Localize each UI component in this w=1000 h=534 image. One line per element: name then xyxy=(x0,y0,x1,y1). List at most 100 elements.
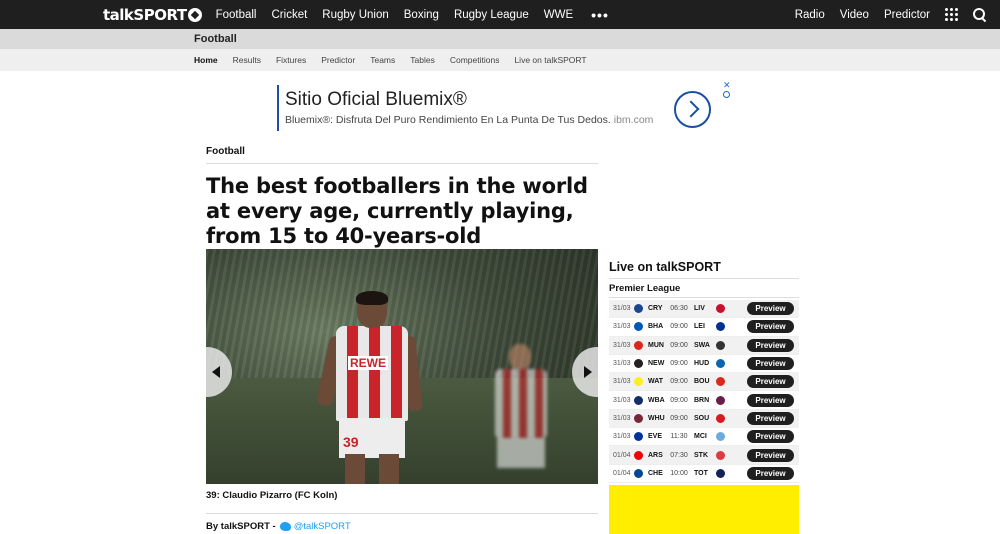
article-category-label[interactable]: Football xyxy=(206,146,245,157)
home-team-crest-icon xyxy=(634,432,643,442)
subnav-item-competitions[interactable]: Competitions xyxy=(450,55,500,65)
preview-button[interactable]: Preview xyxy=(747,430,794,444)
preview-button[interactable]: Preview xyxy=(747,466,794,480)
advertisement-banner[interactable]: Sitio Oficial Bluemix® Bluemix®: Disfrut… xyxy=(277,80,732,133)
ad-accent-bar xyxy=(277,85,279,131)
headline-line-3: from 15 to 40-years-old xyxy=(206,224,482,248)
home-team: WBA xyxy=(648,396,665,404)
ad-chevron-right-icon[interactable] xyxy=(674,91,711,128)
apps-grid-icon[interactable] xyxy=(945,8,958,21)
subnav-item-fixtures[interactable]: Fixtures xyxy=(276,55,306,65)
away-team-crest-icon xyxy=(716,322,725,332)
away-team-crest-icon xyxy=(716,395,725,405)
kickoff-time: 09:00 xyxy=(670,341,688,349)
gallery-photo[interactable]: REWE 39 xyxy=(206,249,598,484)
subnav-item-tables[interactable]: Tables xyxy=(410,55,435,65)
byline: By talkSPORT - @talkSPORT xyxy=(206,521,598,532)
nav-item-video[interactable]: Video xyxy=(840,9,869,21)
byline-divider xyxy=(206,513,598,514)
away-team: MCI xyxy=(694,433,707,441)
kickoff-time: 09:00 xyxy=(670,323,688,331)
twitter-bird-icon xyxy=(279,522,291,531)
subnav-item-predictor[interactable]: Predictor xyxy=(321,55,355,65)
fixture-date: 31/03 xyxy=(613,341,631,349)
fixture-date: 31/03 xyxy=(613,305,631,313)
kickoff-time: 09:00 xyxy=(670,360,688,368)
fixture-date: 31/03 xyxy=(613,414,631,422)
nav-item-cricket[interactable]: Cricket xyxy=(272,9,308,21)
twitter-link[interactable]: @talkSPORT xyxy=(279,521,351,532)
preview-button[interactable]: Preview xyxy=(747,320,794,334)
away-team-crest-icon xyxy=(716,432,725,442)
ad-subtitle-text: Bluemix®: Disfruta Del Puro Rendimiento … xyxy=(285,114,611,126)
home-team: BHA xyxy=(648,323,664,331)
talksport-logo[interactable]: talkSPORT xyxy=(103,6,202,24)
fixture-row: 01/04 CHE 10:00 TOT Preview xyxy=(609,465,799,483)
nav-item-boxing[interactable]: Boxing xyxy=(404,9,439,21)
top-nav: talkSPORT Football Cricket Rugby Union B… xyxy=(0,0,1000,29)
fixture-row: 01/04 ARS 07:30 STK Preview xyxy=(609,446,799,465)
home-team-crest-icon xyxy=(634,450,643,460)
utility-nav: Radio Video Predictor xyxy=(795,8,988,21)
photo-caption: 39: Claudio Pizarro (FC Koln) xyxy=(206,490,338,501)
preview-button[interactable]: Preview xyxy=(747,302,794,316)
nav-item-wwe[interactable]: WWE xyxy=(544,9,573,21)
nav-item-predictor[interactable]: Predictor xyxy=(884,9,930,21)
kickoff-time: 06:30 xyxy=(670,305,688,313)
home-team-crest-icon xyxy=(634,395,643,405)
away-team-crest-icon xyxy=(716,450,725,460)
search-icon[interactable] xyxy=(973,8,986,21)
fixture-row: 31/03 WAT 09:00 BOU Preview xyxy=(609,373,799,392)
ad-info-icon[interactable] xyxy=(723,91,730,98)
subnav-item-home[interactable]: Home xyxy=(194,55,218,65)
more-menu-button[interactable]: ••• xyxy=(591,7,609,23)
home-team-crest-icon xyxy=(634,340,643,350)
sidebar-advertisement[interactable] xyxy=(609,485,799,534)
ad-close-icon[interactable]: ✕ xyxy=(723,80,731,91)
ad-subtitle: Bluemix®: Disfruta Del Puro Rendimiento … xyxy=(285,114,653,126)
preview-button[interactable]: Preview xyxy=(747,375,794,389)
headline-line-2: at every age, currently playing, xyxy=(206,199,574,223)
nav-item-rugby-league[interactable]: Rugby League xyxy=(454,9,529,21)
away-team: BRN xyxy=(694,396,710,404)
away-team-crest-icon xyxy=(716,413,725,423)
home-team: CHE xyxy=(648,469,663,477)
league-title: Premier League xyxy=(609,283,799,298)
sidebar-title: Live on talkSPORT xyxy=(609,260,799,279)
section-subnav: Home Results Fixtures Predictor Teams Ta… xyxy=(0,49,1000,71)
fixture-date: 01/04 xyxy=(613,469,631,477)
away-team: SWA xyxy=(694,341,710,349)
preview-button[interactable]: Preview xyxy=(747,357,794,371)
section-title[interactable]: Football xyxy=(194,33,237,45)
home-team: WAT xyxy=(648,378,664,386)
shirt-sponsor: REWE xyxy=(348,356,388,370)
photo-main-player: REWE 39 xyxy=(315,291,423,484)
nav-item-radio[interactable]: Radio xyxy=(795,9,825,21)
live-sidebar: Live on talkSPORT Premier League 31/03 CR… xyxy=(609,260,799,483)
preview-button[interactable]: Preview xyxy=(747,448,794,462)
fixture-date: 31/03 xyxy=(613,360,631,368)
preview-button[interactable]: Preview xyxy=(747,338,794,352)
kickoff-time: 09:00 xyxy=(670,378,688,386)
preview-button[interactable]: Preview xyxy=(747,393,794,407)
subnav-item-results[interactable]: Results xyxy=(233,55,261,65)
fixtures-list: 31/03 CRY 06:30 LIV Preview 31/03 BHA 09:00 LEI P… xyxy=(609,300,799,483)
nav-item-rugby-union[interactable]: Rugby Union xyxy=(322,9,388,21)
ad-domain: ibm.com xyxy=(613,114,654,126)
fixture-date: 31/03 xyxy=(613,433,631,441)
away-team-crest-icon xyxy=(716,340,725,350)
home-team: EVE xyxy=(648,433,663,441)
away-team-crest-icon xyxy=(716,359,725,369)
subnav-item-teams[interactable]: Teams xyxy=(370,55,395,65)
ad-title[interactable]: Sitio Oficial Bluemix® xyxy=(285,89,467,111)
sport-nav: Football Cricket Rugby Union Boxing Rugb… xyxy=(216,9,574,21)
byline-author: By talkSPORT - xyxy=(206,521,276,532)
nav-item-football[interactable]: Football xyxy=(216,9,257,21)
subnav-item-live[interactable]: Live on talkSPORT xyxy=(514,55,586,65)
fixture-date: 01/04 xyxy=(613,451,631,459)
home-team-crest-icon xyxy=(634,322,643,332)
preview-button[interactable]: Preview xyxy=(747,411,794,425)
home-team-crest-icon xyxy=(634,413,643,423)
article: Football The best footballers in the wor… xyxy=(206,146,598,532)
shirt-number: 39 xyxy=(343,434,359,450)
